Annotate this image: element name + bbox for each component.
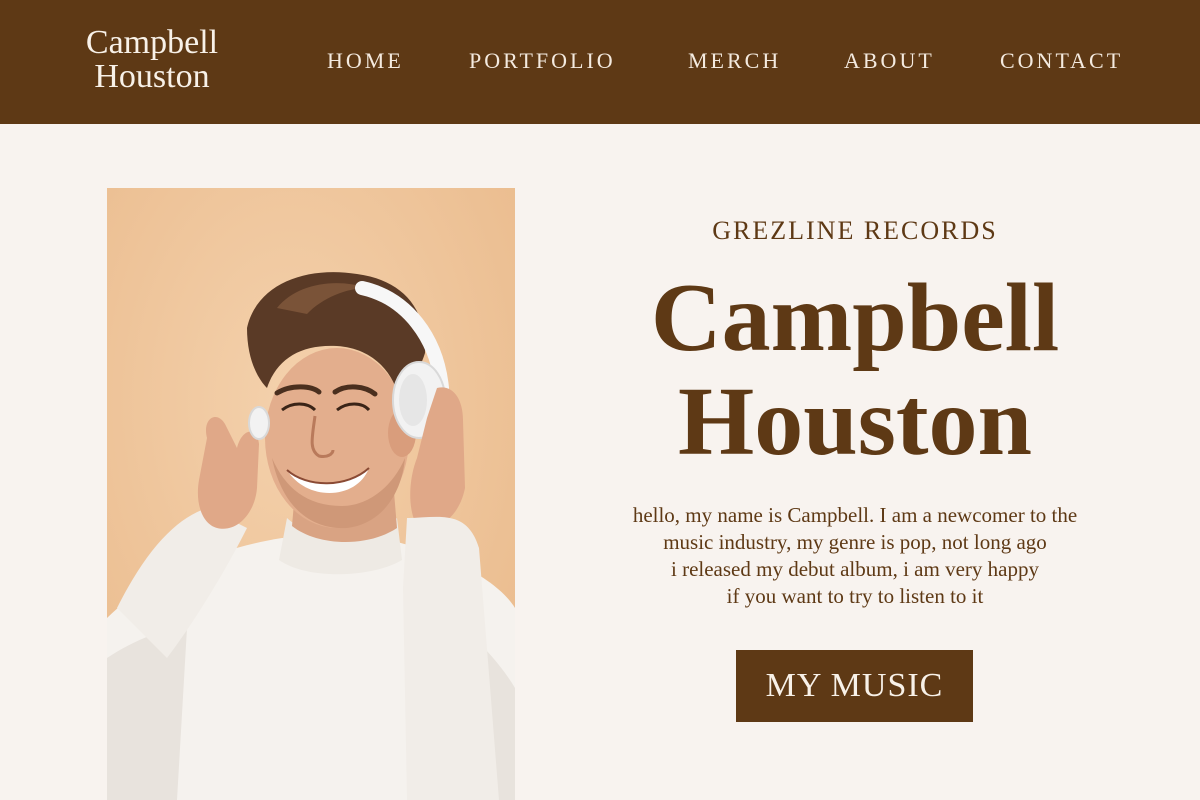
bio-line: music industry, my genre is pop, not lon… — [663, 530, 1047, 554]
nav-home[interactable]: HOME — [327, 48, 404, 74]
bio-line: if you want to try to listen to it — [726, 584, 984, 608]
bio-line: hello, my name is Campbell. I am a newco… — [632, 503, 1078, 527]
hero-title-line-1: Campbell — [650, 264, 1060, 372]
main-nav: HOME PORTFOLIO MERCH ABOUT CONTACT — [0, 48, 1200, 78]
site-header: Campbell Houston HOME PORTFOLIO MERCH AB… — [0, 0, 1200, 124]
my-music-button[interactable]: MY MUSIC — [736, 650, 973, 722]
nav-portfolio[interactable]: PORTFOLIO — [469, 48, 616, 74]
nav-merch[interactable]: MERCH — [688, 48, 781, 74]
bio-text: hello, my name is Campbell. I am a newco… — [570, 502, 1140, 610]
artist-photo — [107, 188, 515, 800]
hero-title-line-2: Houston — [677, 368, 1032, 476]
nav-about[interactable]: ABOUT — [844, 48, 935, 74]
record-label: GREZLINE RECORDS — [712, 216, 998, 245]
hero-title: Campbell Houston — [570, 266, 1140, 474]
bio-line: i released my debut album, i am very hap… — [671, 557, 1039, 581]
nav-contact[interactable]: CONTACT — [1000, 48, 1123, 74]
